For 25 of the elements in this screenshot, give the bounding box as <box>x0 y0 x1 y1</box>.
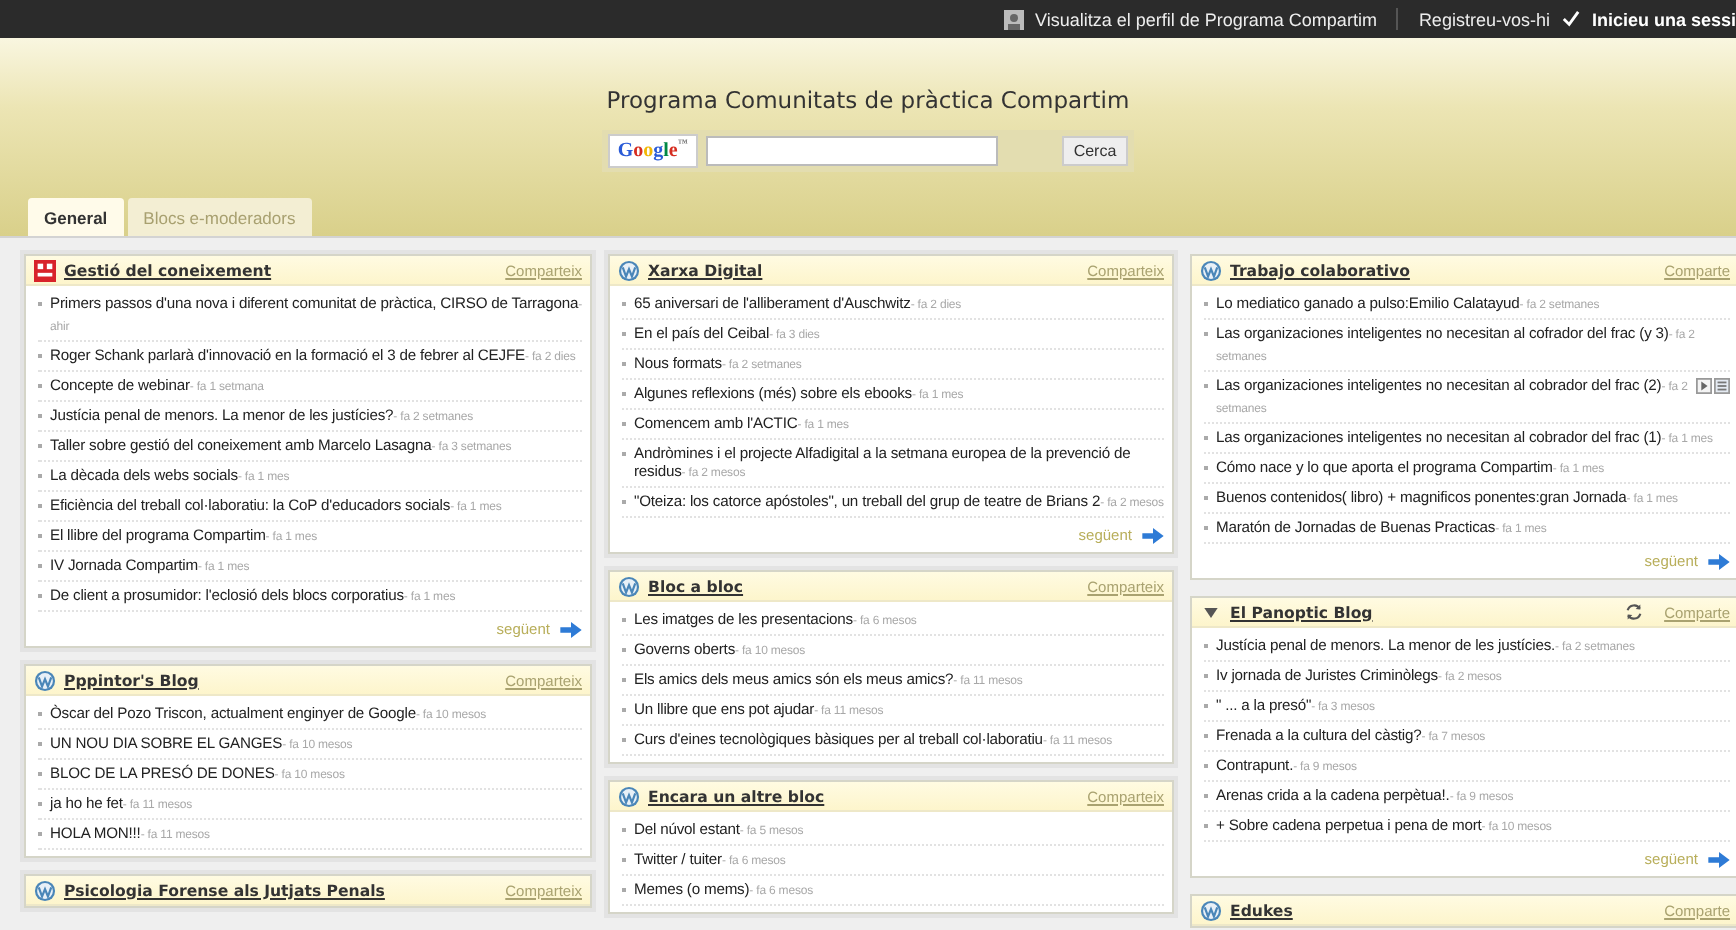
wordpress-icon <box>1200 259 1222 281</box>
arrow-icon[interactable] <box>1708 553 1730 569</box>
check-icon <box>1561 10 1580 28</box>
arrow-icon[interactable] <box>560 621 582 637</box>
profile-icon <box>1003 9 1024 29</box>
wordpress-icon <box>1200 899 1222 921</box>
logo-icon <box>34 259 56 281</box>
search-button[interactable]: Cerca <box>1061 136 1129 166</box>
refresh-icon[interactable] <box>1624 602 1645 622</box>
collapse-icon[interactable] <box>1204 607 1218 617</box>
tab[interactable]: General <box>28 198 124 236</box>
arrow-icon[interactable] <box>1142 527 1164 543</box>
login-link[interactable]: Inicieu una sessi <box>1591 9 1736 29</box>
wordpress-icon <box>618 785 640 807</box>
wordpress-icon <box>618 575 640 597</box>
profile-link[interactable]: Visualitza el perfil de Programa Compartim <box>1035 9 1377 29</box>
page-title: Programa Comunitats de pràctica Compartim <box>606 86 1130 114</box>
document-icon[interactable] <box>1714 377 1730 393</box>
search-field[interactable] <box>705 136 998 166</box>
play-icon[interactable] <box>1696 377 1712 393</box>
wordpress-icon <box>34 669 56 691</box>
wordpress-icon <box>618 259 640 281</box>
arrow-icon[interactable] <box>1708 851 1730 867</box>
wordpress-icon <box>34 879 56 901</box>
register-link[interactable]: Registreu-vos-hi <box>1418 9 1550 29</box>
